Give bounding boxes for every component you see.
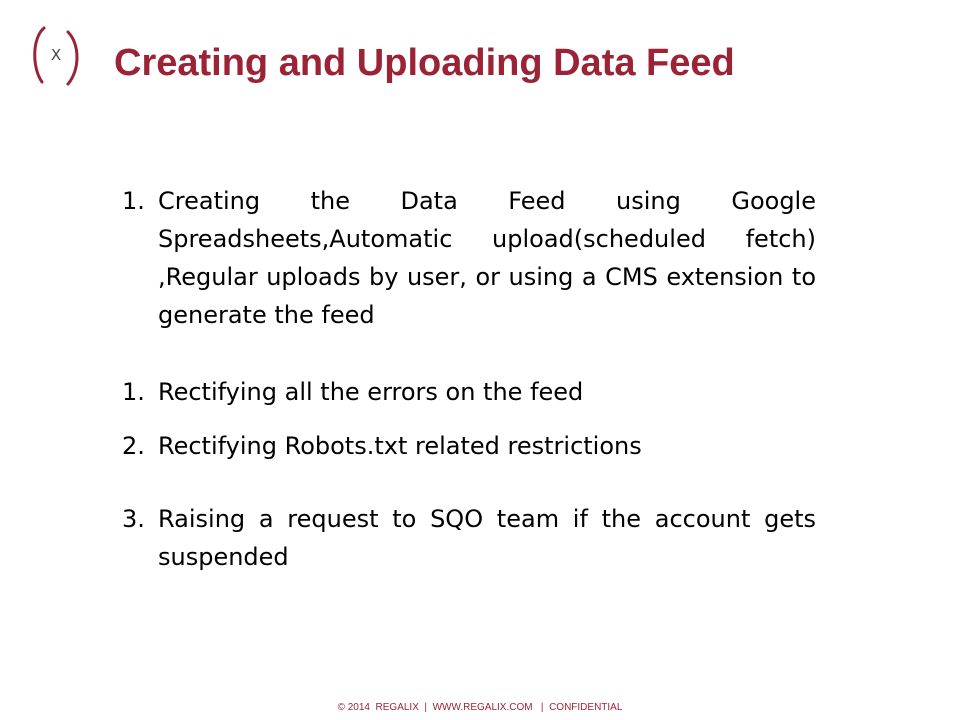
list-item: 2. Rectifying Robots.txt related restric… bbox=[118, 427, 816, 465]
logo-letter: X bbox=[51, 46, 61, 64]
list-item-number: 2. bbox=[122, 432, 145, 460]
list-item-text: Raising a request to SQO team if the acc… bbox=[158, 505, 816, 571]
list-item-text: Rectifying all the errors on the feed bbox=[158, 378, 584, 406]
list-item-text: Rectifying Robots.txt related restrictio… bbox=[158, 432, 642, 460]
list-item: 1. Rectifying all the errors on the feed bbox=[118, 373, 816, 411]
list-item: 3. Raising a request to SQO team if the … bbox=[118, 500, 816, 576]
list-item-number: 1. bbox=[122, 378, 145, 406]
footer-copyright: © 2014 REGALIX | WWW.REGALIX.COM | CONFI… bbox=[337, 702, 623, 713]
list-item-number: 1. bbox=[122, 187, 145, 215]
slide-title: Creating and Uploading Data Feed bbox=[114, 42, 735, 84]
regalix-logo: X bbox=[33, 26, 79, 86]
list-item-text: Creating the Data Feed using Google Spre… bbox=[158, 187, 816, 329]
list-item-number: 3. bbox=[122, 505, 145, 533]
list-item: 1. Creating the Data Feed using Google S… bbox=[118, 182, 816, 334]
